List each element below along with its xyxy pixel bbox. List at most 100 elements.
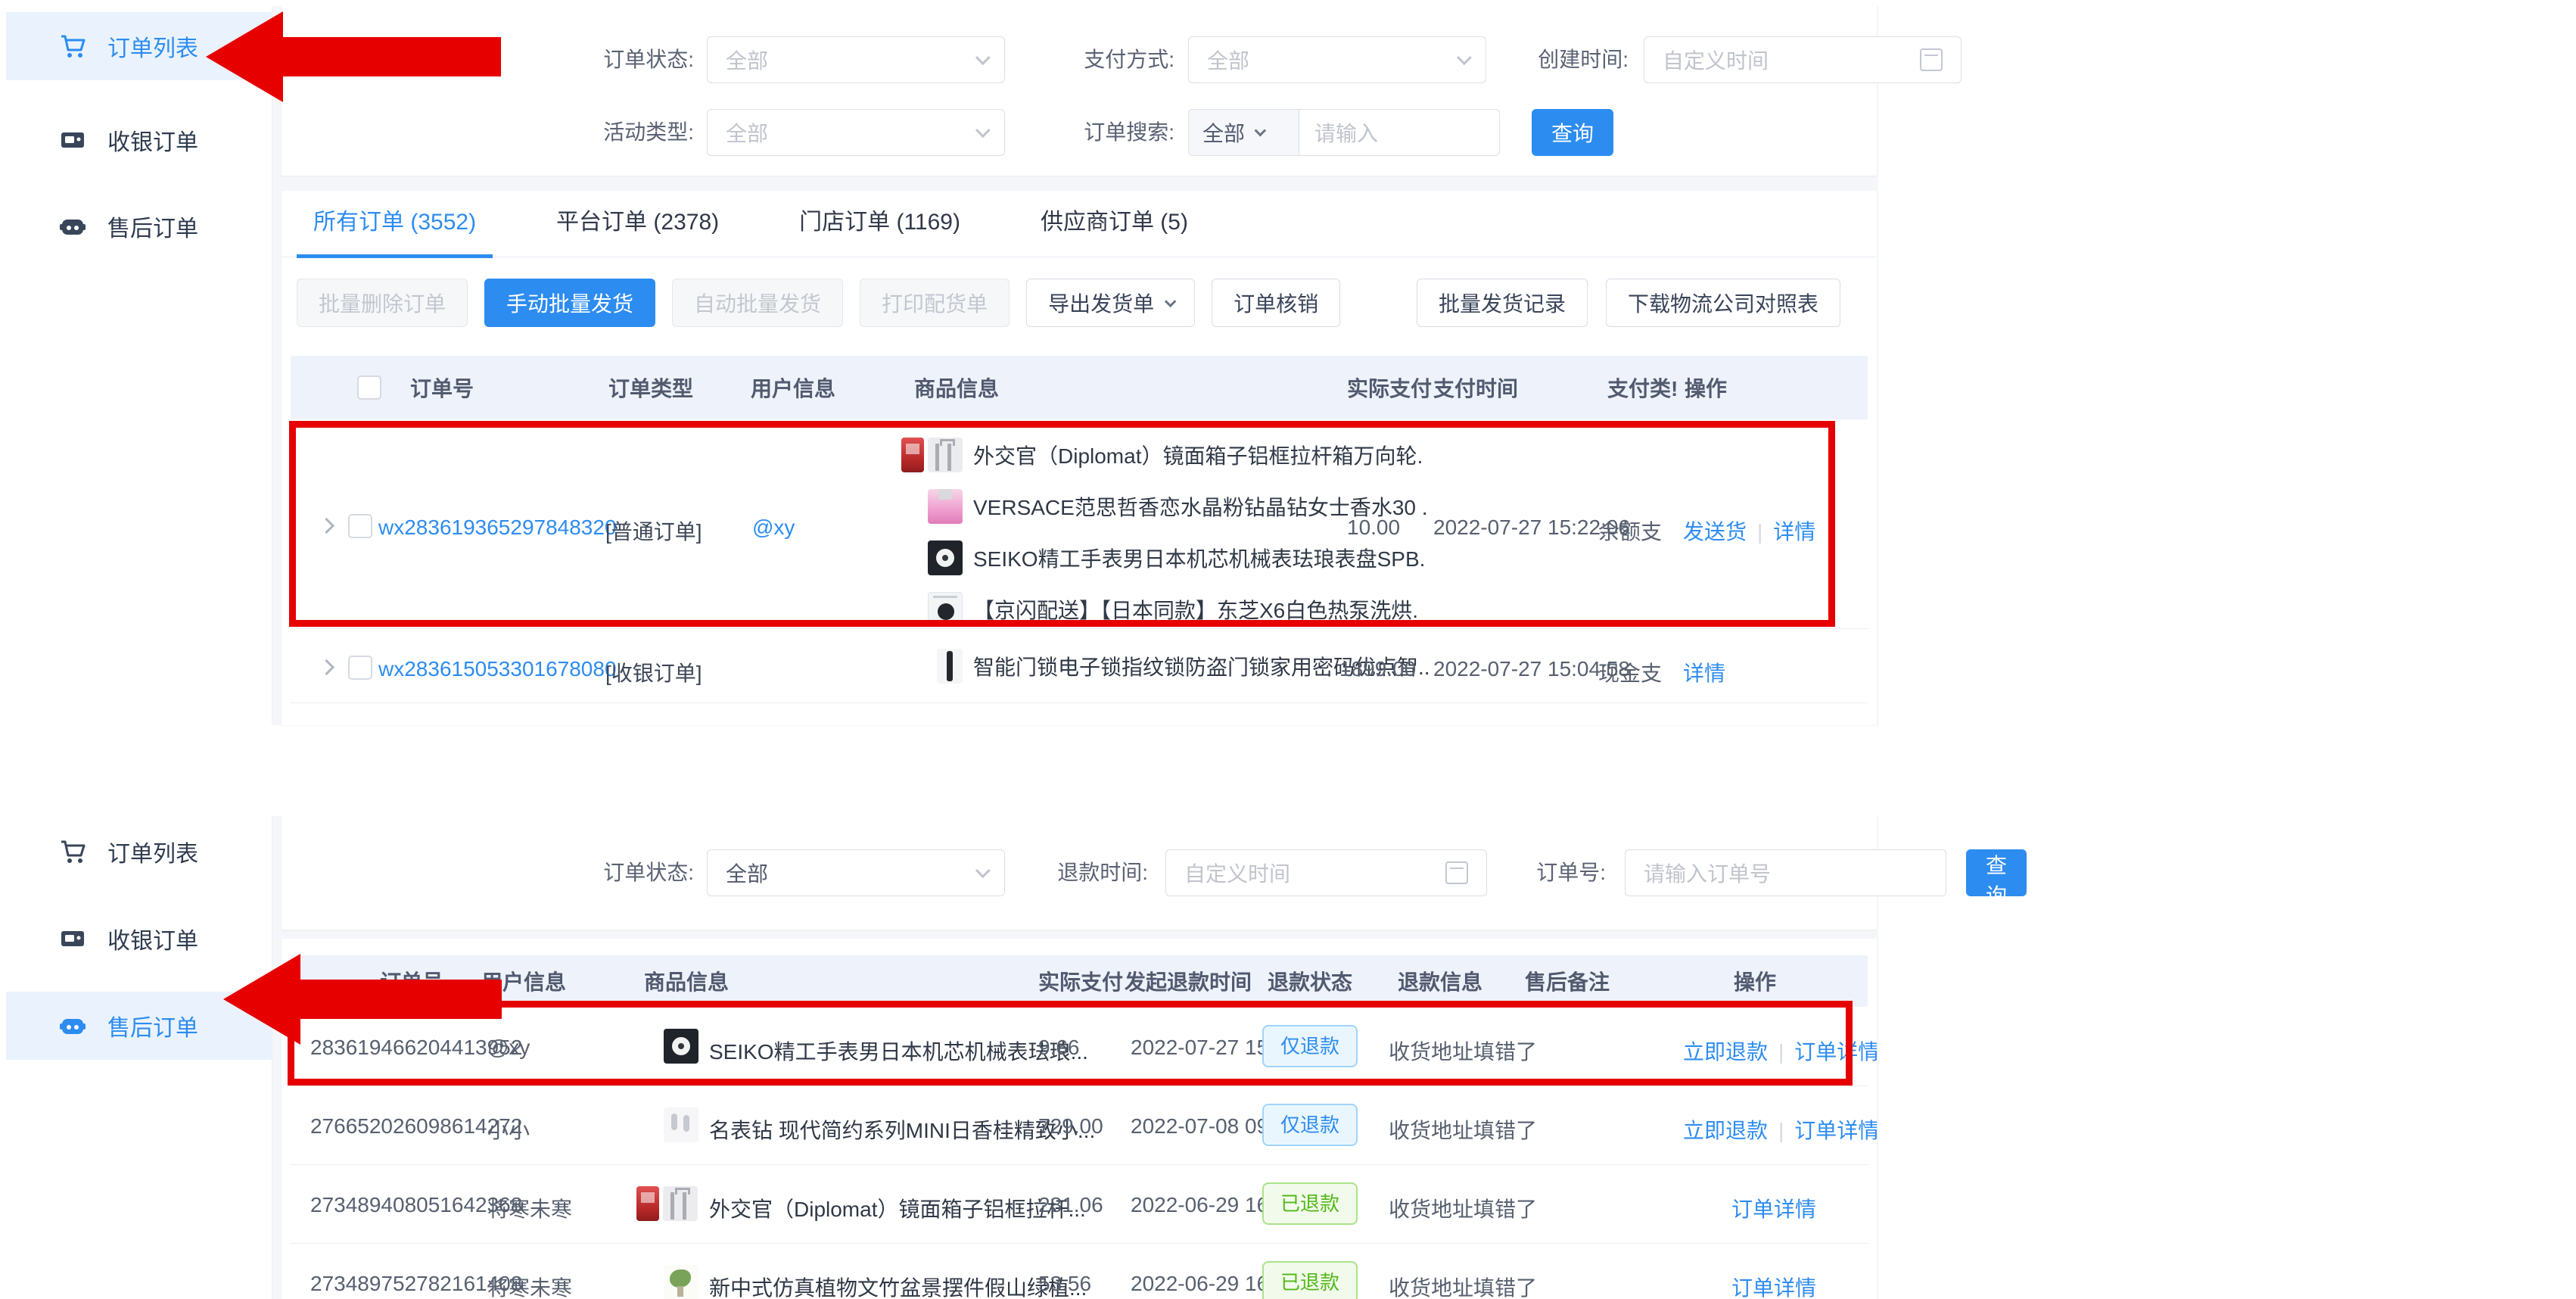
refund-status-badge: 仅退款 <box>1262 1025 1358 1067</box>
refund-now-link[interactable]: 立即退款 <box>1683 1040 1768 1064</box>
cash-register-icon <box>59 925 86 952</box>
sidebar-item-aftersale-orders[interactable]: 售后订单 <box>6 192 272 260</box>
perfume-thumbnail <box>928 489 963 524</box>
earrings-thumbnail <box>664 1107 698 1142</box>
order-no-input[interactable]: 请输入订单号 <box>1625 849 1946 896</box>
col-pay-type: 支付类! <box>1607 372 1678 403</box>
after-sale-icon <box>59 213 86 240</box>
order-user[interactable]: @xy <box>752 516 795 540</box>
row-actions: 立即退款|订单详情 <box>1683 1114 1877 1145</box>
washer-thumbnail <box>928 592 963 627</box>
pay-method-select[interactable]: 全部 <box>1188 36 1486 83</box>
create-time-label: 创建时间: <box>1523 36 1629 83</box>
pay-amount: 53.56 <box>1038 1272 1091 1296</box>
refund-now-link[interactable]: 立即退款 <box>1683 1119 1768 1142</box>
order-verify-button[interactable]: 订单核销 <box>1212 279 1340 327</box>
order-search-combo: 全部 请输入 <box>1188 109 1500 156</box>
row-checkbox[interactable] <box>348 656 372 680</box>
plant-thumbnail <box>664 1265 698 1299</box>
refund-status-badge: 已退款 <box>1262 1261 1358 1299</box>
ship-link[interactable]: 发送货 <box>1683 520 1747 544</box>
order-type: [收银订单] <box>605 657 702 687</box>
order-search-input[interactable]: 请输入 <box>1299 110 1499 155</box>
refund-info: 收货地址填错了 <box>1389 1272 1537 1299</box>
query-button[interactable]: 查询 <box>1966 849 2027 896</box>
refund-status-badge: 已退款 <box>1262 1182 1358 1225</box>
download-logistics-button[interactable]: 下载物流公司对照表 <box>1606 279 1840 327</box>
product-line: SEIKO精工手表男日本机芯机械表珐琅表盘SPB. <box>973 533 1425 583</box>
pay-amount: 9.66 <box>1038 1036 1080 1060</box>
row-checkbox[interactable] <box>348 514 372 538</box>
order-status-select[interactable]: 全部 <box>707 849 1005 896</box>
col-actual-pay: 实际支付 <box>1347 372 1432 403</box>
col-order-type: 订单类型 <box>608 372 693 403</box>
order-detail-link[interactable]: 订单详情 <box>1794 1040 1877 1064</box>
order-no-link[interactable]: wx283619365297848320 <box>378 516 617 540</box>
order-detail-link[interactable]: 订单详情 <box>1731 1198 1816 1221</box>
order-detail-link[interactable]: 订单详情 <box>1794 1119 1877 1142</box>
pay-type: 现金支 <box>1598 657 1662 687</box>
aftersale-filter-panel: 订单状态: 全部 退款时间: 自定义时间 订单号: 请输入订单号 查询 <box>282 816 1877 930</box>
chevron-down-icon <box>975 50 991 65</box>
sidebar-item-order-list[interactable]: 订单列表 <box>6 818 272 886</box>
auto-batch-ship-button[interactable]: 自动批量发货 <box>672 279 843 327</box>
user: @xy <box>487 1036 530 1060</box>
product-thumbnails <box>872 649 963 684</box>
top-filter-panel: 订单状态: 全部 支付方式: 全部 创建时间: 自定义时间 活动类型: 全部 订… <box>282 6 1877 176</box>
batch-delete-button[interactable]: 批量删除订单 <box>297 279 468 327</box>
tab-platform-orders[interactable]: 平台订单 (2378) <box>556 191 719 257</box>
after-sale-icon <box>59 1012 86 1039</box>
order-toolbar: 批量删除订单 手动批量发货 自动批量发货 打印配货单 导出发货单 订单核销 <box>297 279 1340 327</box>
watch-thumbnail <box>664 1029 698 1064</box>
expand-row-icon[interactable] <box>319 659 334 675</box>
product-thumbnails <box>618 1265 698 1299</box>
batch-ship-record-button[interactable]: 批量发货记录 <box>1417 279 1588 327</box>
chevron-down-icon <box>975 863 991 878</box>
cart-icon <box>59 33 86 60</box>
expand-row-icon[interactable] <box>319 518 334 534</box>
row-divider <box>291 702 1868 703</box>
manual-batch-ship-button[interactable]: 手动批量发货 <box>484 279 655 327</box>
chevron-down-icon <box>1255 124 1267 136</box>
chevron-down-icon <box>1165 295 1177 307</box>
order-detail-link[interactable]: 订单详情 <box>1731 1276 1816 1299</box>
select-all-checkbox[interactable] <box>357 375 381 400</box>
tab-all-orders[interactable]: 所有订单 (3552) <box>313 191 476 257</box>
product-thumbnails <box>599 1186 698 1221</box>
suitcase-thumbnail <box>663 1186 698 1221</box>
product-thumbnails <box>872 438 963 472</box>
refund-info: 收货地址填错了 <box>1389 1036 1537 1066</box>
row-actions: 发送货|详情 <box>1683 516 1815 546</box>
print-picking-button[interactable]: 打印配货单 <box>860 279 1010 327</box>
refund-info: 收货地址填错了 <box>1389 1114 1537 1145</box>
detail-link[interactable]: 详情 <box>1773 520 1815 544</box>
order-no-link[interactable]: wx283615053301678080 <box>378 657 617 681</box>
sidebar-item-aftersale-orders[interactable]: 售后订单 <box>6 992 272 1060</box>
order-search-label: 订单搜索: <box>1065 109 1174 156</box>
pay-amount: 729.00 <box>1038 1114 1103 1139</box>
product: 新中式仿真植物文竹盆景摆件假山绿植... <box>709 1272 1087 1299</box>
sidebar-item-label: 订单列表 <box>107 835 198 868</box>
search-scope-select[interactable]: 全部 <box>1189 110 1299 155</box>
sidebar-item-order-list[interactable]: 订单列表 <box>6 12 272 80</box>
order-status-select[interactable]: 全部 <box>707 36 1005 83</box>
product-line: 【京闪配送】【日本同款】东芝X6白色热泵洗烘. <box>973 584 1418 634</box>
export-ship-button[interactable]: 导出发货单 <box>1026 279 1195 327</box>
row-actions: 订单详情 <box>1731 1193 1816 1223</box>
order-type: [普通订单] <box>605 516 702 546</box>
product-thumbnails <box>618 1107 698 1142</box>
refund-time-input[interactable]: 自定义时间 <box>1165 849 1487 896</box>
col-order-no: 订单号 <box>410 372 474 403</box>
pay-type: 余额支 <box>1598 516 1662 546</box>
chevron-down-icon <box>1457 50 1472 65</box>
create-time-input[interactable]: 自定义时间 <box>1644 36 1962 83</box>
query-button[interactable]: 查询 <box>1532 109 1613 156</box>
activity-type-select[interactable]: 全部 <box>707 109 1005 156</box>
tab-supplier-orders[interactable]: 供应商订单 (5) <box>1041 191 1188 257</box>
order-no-label: 订单号: <box>1515 849 1606 896</box>
sidebar-item-cashier-orders[interactable]: 收银订单 <box>6 106 272 174</box>
detail-link[interactable]: 详情 <box>1683 662 1725 685</box>
top-order-table-panel: 所有订单 (3552) 平台订单 (2378) 门店订单 (1169) 供应商订… <box>282 191 1877 725</box>
tab-store-orders[interactable]: 门店订单 (1169) <box>799 191 960 257</box>
sidebar-item-cashier-orders[interactable]: 收银订单 <box>6 905 272 973</box>
